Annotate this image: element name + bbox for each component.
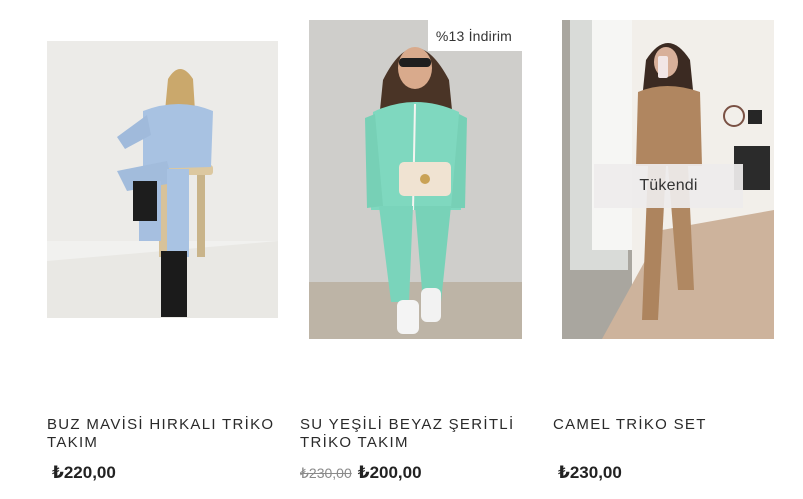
- product-price: ₺200,00: [357, 463, 422, 482]
- product-photo-illustration: [47, 41, 278, 318]
- price-row: ₺220,00: [52, 463, 116, 483]
- product-price: ₺220,00: [52, 463, 116, 482]
- product-image[interactable]: %13 İndirim: [309, 20, 522, 339]
- product-title[interactable]: BUZ MAVİSİ HIRKALI TRİKO TAKIM: [47, 416, 278, 452]
- price-row: ₺230,00: [558, 463, 622, 483]
- product-title[interactable]: SU YEŞİLİ BEYAZ ŞERİTLİ TRİKO TAKIM: [300, 416, 515, 452]
- sold-out-badge: Tükendi: [594, 164, 743, 208]
- product-old-price: ₺230,00: [300, 465, 352, 481]
- product-photo-illustration: [309, 20, 522, 339]
- product-grid: BUZ MAVİSİ HIRKALI TRİKO TAKIM ₺220,00 %…: [0, 0, 803, 499]
- product-price: ₺230,00: [558, 463, 622, 482]
- discount-badge: %13 İndirim: [427, 20, 522, 51]
- price-row: ₺230,00 ₺200,00: [300, 463, 422, 483]
- product-image[interactable]: [47, 41, 278, 318]
- product-image[interactable]: Tükendi: [562, 20, 774, 339]
- product-title[interactable]: CAMEL TRİKO SET: [553, 416, 783, 434]
